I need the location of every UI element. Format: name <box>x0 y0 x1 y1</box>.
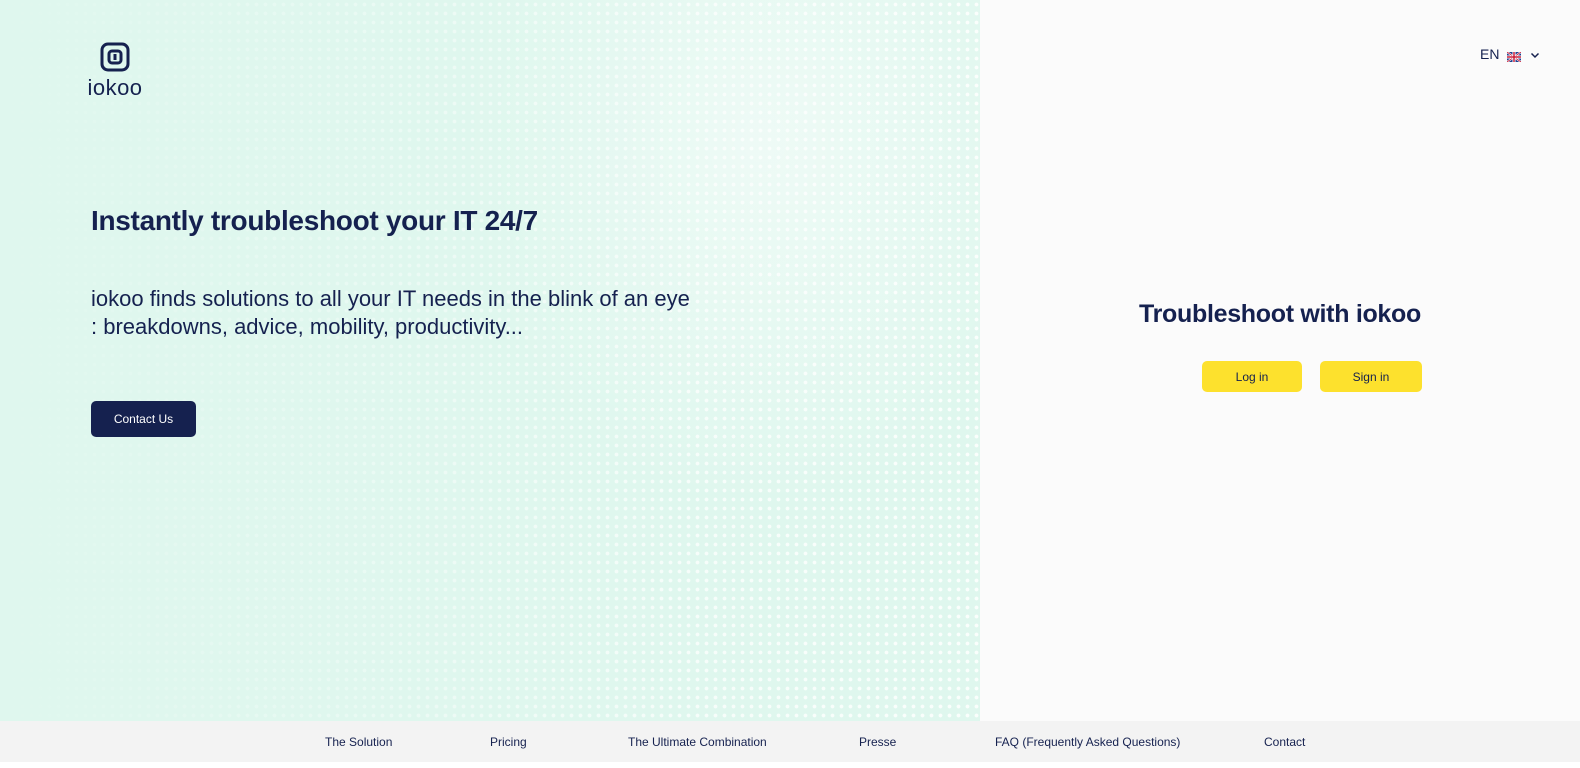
language-selector[interactable]: EN <box>1480 46 1541 63</box>
signup-button[interactable]: Sign in <box>1320 361 1422 392</box>
footer-link-faq[interactable]: FAQ (Frequently Asked Questions) <box>995 735 1180 749</box>
footer-link-presse[interactable]: Presse <box>859 735 896 749</box>
logo-icon <box>100 42 130 72</box>
hero-content: iokoo Instantly troubleshoot your IT 24/… <box>0 0 980 721</box>
auth-title: Troubleshoot with iokoo <box>1139 300 1421 328</box>
hero-panel: iokoo Instantly troubleshoot your IT 24/… <box>0 0 980 721</box>
contact-us-button[interactable]: Contact Us <box>91 401 196 437</box>
logo-text: iokoo <box>87 75 143 100</box>
logo[interactable]: iokoo <box>85 42 145 101</box>
login-button[interactable]: Log in <box>1202 361 1302 392</box>
chevron-down-icon <box>1529 48 1541 60</box>
uk-flag-icon <box>1506 49 1523 63</box>
footer-link-ultimate-combination[interactable]: The Ultimate Combination <box>628 735 767 749</box>
bottom-strip <box>0 762 1580 768</box>
footer-link-pricing[interactable]: Pricing <box>490 735 527 749</box>
footer-link-solution[interactable]: The Solution <box>325 735 392 749</box>
footer-nav: The Solution Pricing The Ultimate Combin… <box>0 721 1580 762</box>
language-code: EN <box>1480 46 1500 62</box>
hero-title: Instantly troubleshoot your IT 24/7 <box>91 205 538 236</box>
footer-link-contact[interactable]: Contact <box>1264 735 1305 749</box>
auth-buttons: Log in Sign in <box>1202 361 1422 392</box>
hero-subtitle: iokoo finds solutions to all your IT nee… <box>91 286 690 339</box>
